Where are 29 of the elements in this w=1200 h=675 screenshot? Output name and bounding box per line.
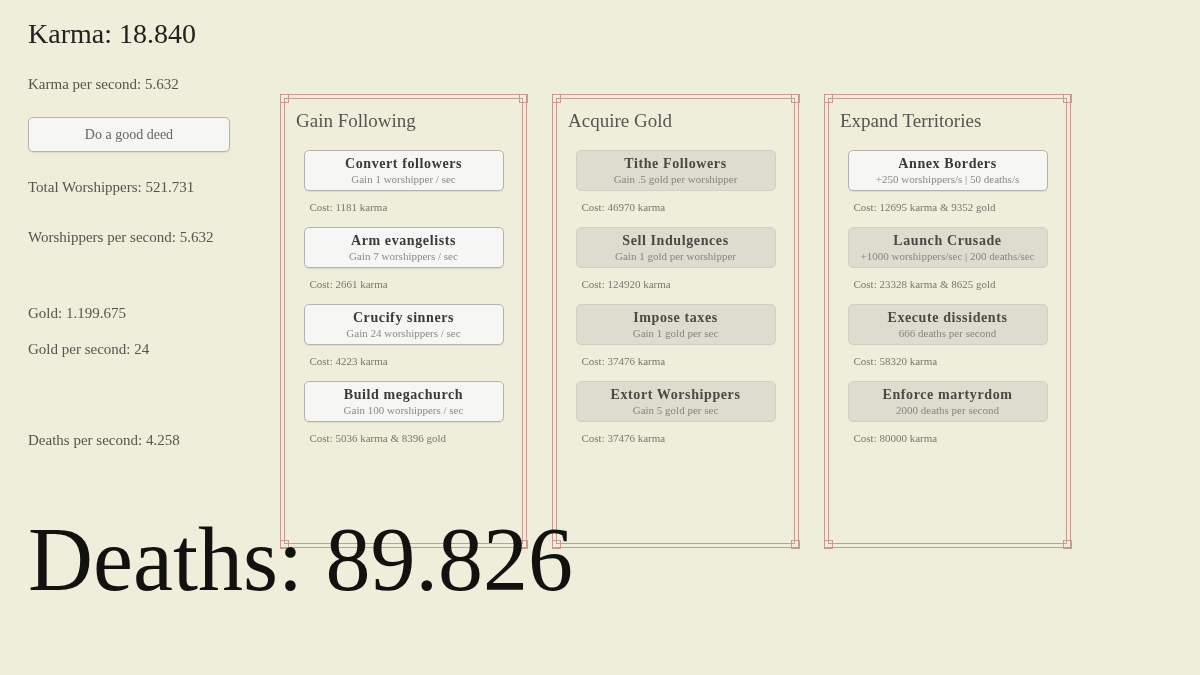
cost-text: Cost: 23328 karma & 8625 gold [852, 277, 997, 291]
upgrade-button[interactable]: Crucify sinners Gain 24 worshippers / sec [303, 304, 504, 345]
worshippers-rate: Worshippers per second: 5.632 [28, 228, 214, 247]
treasury-total: Gold: 1.199.675 [28, 304, 126, 323]
panel-title: Expand Territories [840, 109, 983, 133]
deaths-rate: Deaths per second: 4.258 [28, 431, 180, 450]
cost-text: Cost: 37476 karma [580, 354, 667, 368]
cost-text: Cost: 4223 karma [308, 354, 389, 368]
upgrade-button[interactable]: Arm evangelists Gain 7 worshippers / sec [303, 227, 504, 268]
upgrade-button[interactable]: Build megachurch Gain 100 worshippers / sec [303, 381, 504, 422]
upgrade-button[interactable]: Annex Borders +250 worshippers/s | 50 deaths/s [847, 150, 1048, 191]
cost-text: Cost: 46970 karma [580, 200, 667, 214]
treasury-rate: Gold per second: 24 [28, 340, 150, 359]
cost-text: Cost: 2661 karma [308, 277, 389, 291]
upgrade-button[interactable]: Convert followers Gain 1 worshipper / sec [303, 150, 504, 191]
cost-text: Cost: 1181 karma [308, 200, 389, 214]
good-deed-button[interactable]: Do a good deed [28, 117, 230, 152]
panel-title: Acquire Gold [568, 109, 673, 133]
deaths-total: Deaths: 89.826 [28, 515, 573, 605]
panel-title: Gain Following [296, 109, 417, 133]
worshippers-total: Total Worshippers: 521.731 [28, 178, 195, 197]
karma-rate: Karma per second: 5.632 [28, 75, 179, 94]
cost-text: Cost: 5036 karma & 8396 gold [308, 431, 448, 445]
cost-text: Cost: 124920 karma [580, 277, 672, 291]
cost-text: Cost: 58320 karma [852, 354, 939, 368]
cost-text: Cost: 80000 karma [852, 431, 939, 445]
cost-text: Cost: 37476 karma [580, 431, 667, 445]
cost-text: Cost: 12695 karma & 9352 gold [852, 200, 997, 214]
karma-total: Karma: 18.840 [28, 18, 196, 50]
